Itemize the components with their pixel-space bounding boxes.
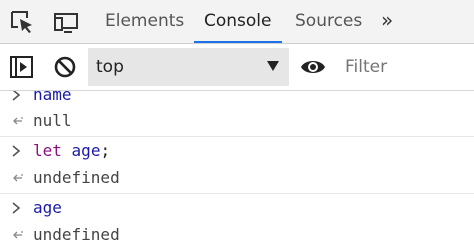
cursor-select-icon[interactable]	[8, 8, 36, 36]
filter-input[interactable]	[337, 48, 474, 86]
context-selector[interactable]: top	[88, 48, 289, 86]
console-result-row: undefined	[0, 221, 474, 249]
devtools-tab-bar: Elements Console Sources »	[0, 0, 474, 44]
context-selector-value: top	[96, 57, 124, 77]
console-log: name null let age; undefined age undefin…	[0, 91, 474, 249]
device-toggle-icon[interactable]	[52, 8, 80, 36]
tab-elements[interactable]: Elements	[95, 0, 194, 43]
console-input-row: let age;	[0, 137, 474, 165]
return-arrow-icon	[10, 107, 24, 135]
console-input-code: age	[33, 198, 62, 217]
console-result-text: null	[33, 111, 72, 130]
tab-sources[interactable]: Sources	[285, 0, 372, 43]
code-identifier: age	[71, 141, 101, 160]
console-result-row: undefined	[0, 164, 474, 192]
console-toolbar: top	[0, 44, 474, 91]
return-arrow-icon	[10, 164, 24, 192]
console-input-code: let age;	[33, 137, 110, 165]
console-sidebar-icon[interactable]	[9, 54, 35, 80]
chevron-double-right-icon[interactable]: »	[381, 0, 393, 43]
console-result-row: null	[0, 107, 474, 135]
console-result-text: undefined	[33, 168, 120, 187]
clear-console-icon[interactable]	[52, 54, 78, 80]
return-arrow-icon	[10, 221, 24, 249]
tab-console[interactable]: Console	[194, 0, 282, 43]
eye-icon[interactable]	[299, 55, 327, 79]
console-result-text: undefined	[33, 225, 120, 244]
code-keyword: let	[33, 141, 62, 160]
console-input-row: age	[0, 194, 474, 222]
code-punctuation: ;	[100, 141, 111, 160]
chevron-right-icon	[10, 194, 24, 222]
caret-down-icon	[267, 61, 279, 71]
chevron-right-icon	[10, 137, 24, 165]
